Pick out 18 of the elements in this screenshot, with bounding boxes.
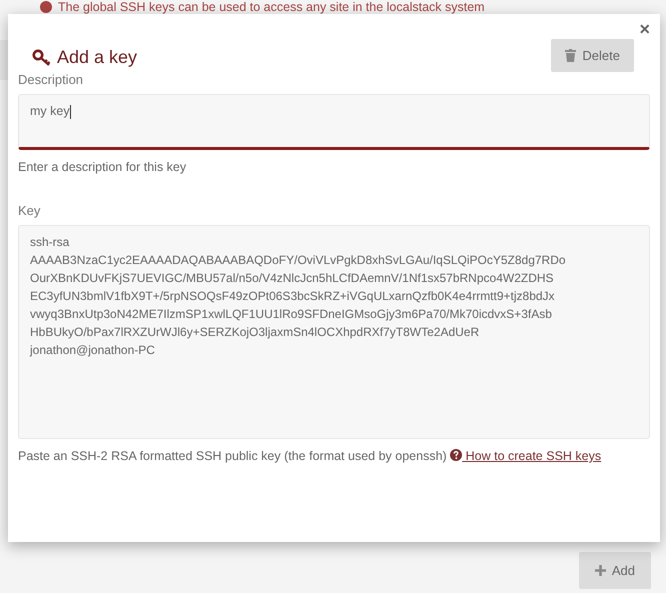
- notice-text: The global SSH keys can be used to access any site in the localstack system: [58, 0, 485, 14]
- key-field[interactable]: ssh-rsa AAAAB3NzaC1yc2EAAAADAQABAAABAQDoFY/OviVLvPgkD8xhSvLGAu/IqSLQiPOcY5Z8dg7RDo OurXBnKDUvFKjS7UEVIGC/MBU57al/n5o/V4zNlcJcn5hLCfDAemnV/1Nf1sx57bRNpco4W2ZDHS EC3yfUN3bmlV1fbX9T+/5rpNSOQsF49zOPt06S3bcSkRZ+iVGqULxarnQzfb0K4e4rrmtt9+tjz8bdJx vwyq3BnxUtp3oN42ME7IlzmSP1xwlLQF1UU1lRo9SFDneIGMsoGjy3m6Pa70/Mk70icdvxS+3fAsb HbBUkyO/bPax7lRXZUrWJl6y+SERZKojO3ljaxmSn4lOCXhpdRXf7yT8WTe2AdUeR jonathon@jonathon-PC: [18, 225, 650, 439]
- dialog-title: Add a key: [57, 47, 138, 68]
- description-field[interactable]: my key: [18, 94, 650, 150]
- field-label: Key: [18, 203, 42, 218]
- alert-icon: [40, 1, 52, 13]
- help-text: Enter a description for this key: [18, 159, 188, 176]
- help-text: Paste an SSH-2 RSA formatted SSH public key (the format used by openssh) How to create SSH keys: [18, 448, 602, 465]
- close-button[interactable]: ×: [639, 20, 650, 38]
- add-button[interactable]: Add: [578, 552, 651, 589]
- trash-icon: [565, 49, 576, 62]
- side-panel: [0, 40, 8, 80]
- delete-button[interactable]: Delete: [551, 39, 634, 72]
- key-icon: [32, 48, 52, 66]
- question-icon: [450, 449, 462, 461]
- plus-icon: [594, 565, 606, 576]
- field-label: Description: [18, 72, 84, 87]
- help-link[interactable]: How to create SSH keys: [450, 449, 602, 463]
